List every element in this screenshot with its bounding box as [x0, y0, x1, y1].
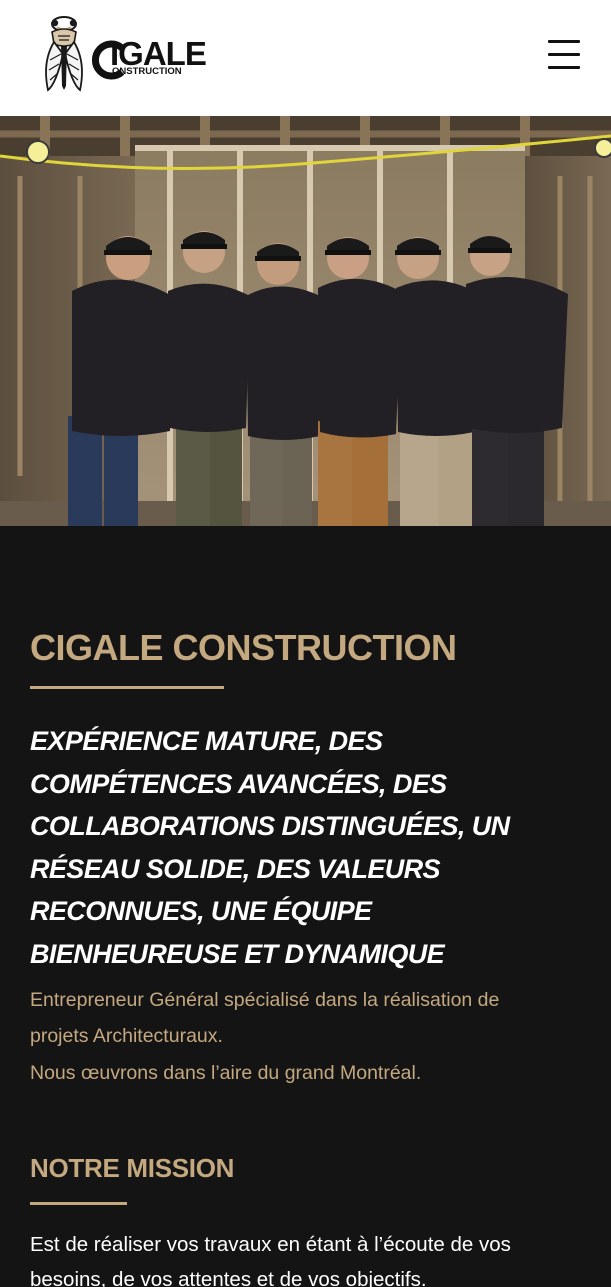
cicada-icon [45, 16, 83, 92]
team-photo [0, 116, 611, 526]
hamburger-menu-icon[interactable] [548, 40, 581, 70]
company-title: CIGALE CONSTRUCTION [30, 627, 457, 668]
hero-team-photo [0, 116, 611, 526]
mission-title: NOTRE MISSION [30, 1153, 235, 1183]
mission-text: Est de réaliser vos travaux en étant à l… [30, 1233, 511, 1287]
description-line: Nous œuvrons dans l’aire du grand Montré… [30, 1062, 422, 1084]
intro-section: CIGALE CONSTRUCTION EXPÉRIENCE MATURE, D… [0, 526, 611, 1287]
menu-bar-middle [548, 53, 580, 56]
site-header: IGALE ONSTRUCTION [0, 0, 611, 116]
title-divider [30, 686, 224, 689]
description-line: projets Architecturaux. [30, 1025, 223, 1047]
description-line: Entrepreneur Général spécialisé dans la … [30, 989, 500, 1011]
menu-bar-bottom [548, 66, 580, 69]
site-logo[interactable]: IGALE ONSTRUCTION [42, 14, 217, 94]
mission-divider [30, 1202, 127, 1205]
menu-bar-top [548, 40, 580, 43]
tagline: EXPÉRIENCE MATURE, DES COMPÉTENCES AVANC… [30, 726, 510, 969]
logo-subtitle: ONSTRUCTION [112, 66, 182, 77]
